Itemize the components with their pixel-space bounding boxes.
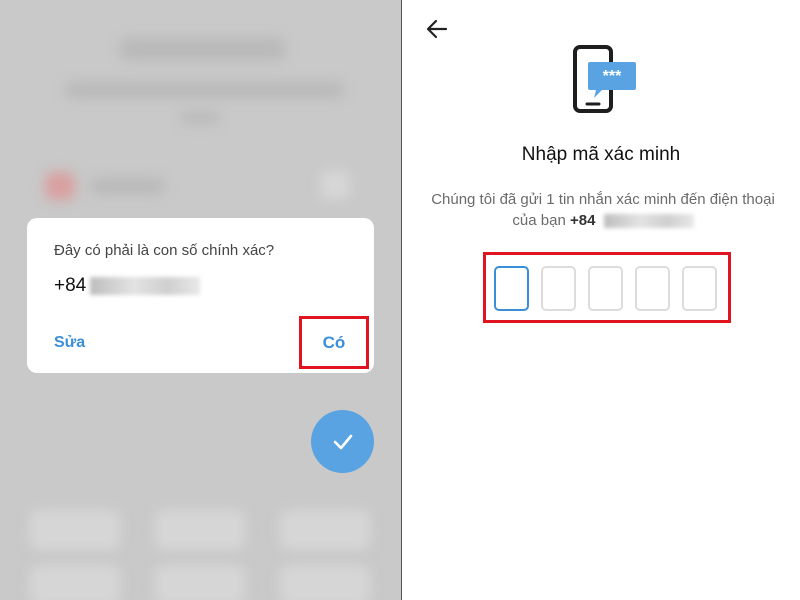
left-screen: Đây có phải là con số chính xác? +84 Sửa… [0, 0, 401, 600]
check-icon [333, 434, 352, 449]
code-digit-2[interactable] [541, 266, 576, 311]
code-digit-3[interactable] [588, 266, 623, 311]
description-line2-row: của bạn +84 [418, 210, 788, 231]
description-phone-prefix: +84 [569, 212, 596, 229]
confirm-button[interactable]: Có [323, 333, 346, 353]
arrow-left-icon[interactable] [424, 16, 450, 42]
description-line1: Chúng tôi đã gửi 1 tin nhắn xác minh đến… [431, 191, 775, 208]
confirm-button-highlight[interactable]: Có [299, 316, 369, 369]
dialog-question: Đây có phải là con số chính xác? [54, 242, 275, 259]
blurred-key [155, 565, 245, 600]
blurred-text [180, 112, 220, 124]
blurred-icon [320, 170, 350, 200]
sms-asterisks: *** [603, 68, 622, 85]
blurred-flag [45, 172, 75, 200]
code-digit-5[interactable] [682, 266, 717, 311]
blurred-key [30, 510, 120, 550]
masked-phone-digits [90, 277, 201, 295]
code-digit-4[interactable] [635, 266, 670, 311]
page-title: Nhập mã xác minh [521, 144, 681, 165]
verification-description: Chúng tôi đã gửi 1 tin nhắn xác minh đến… [418, 189, 788, 231]
blurred-key [280, 510, 370, 550]
code-digit-1[interactable] [494, 266, 529, 311]
phone-prefix: +84 [54, 275, 87, 296]
blurred-title [120, 38, 285, 60]
blurred-key [155, 510, 245, 550]
blurred-key [30, 565, 120, 600]
masked-phone-digits [603, 214, 694, 229]
right-screen: *** Nhập mã xác minh Chúng tôi đã gửi 1 … [402, 0, 800, 600]
edit-button[interactable]: Sửa [54, 334, 85, 352]
dialog-phone-number: +84 [54, 275, 201, 297]
confirm-fab-button[interactable] [311, 410, 374, 473]
phone-sms-icon: *** [573, 45, 636, 113]
blurred-text [90, 178, 165, 194]
description-line2: của bạn [512, 212, 566, 229]
blurred-key [280, 565, 370, 600]
blurred-text [65, 82, 345, 98]
